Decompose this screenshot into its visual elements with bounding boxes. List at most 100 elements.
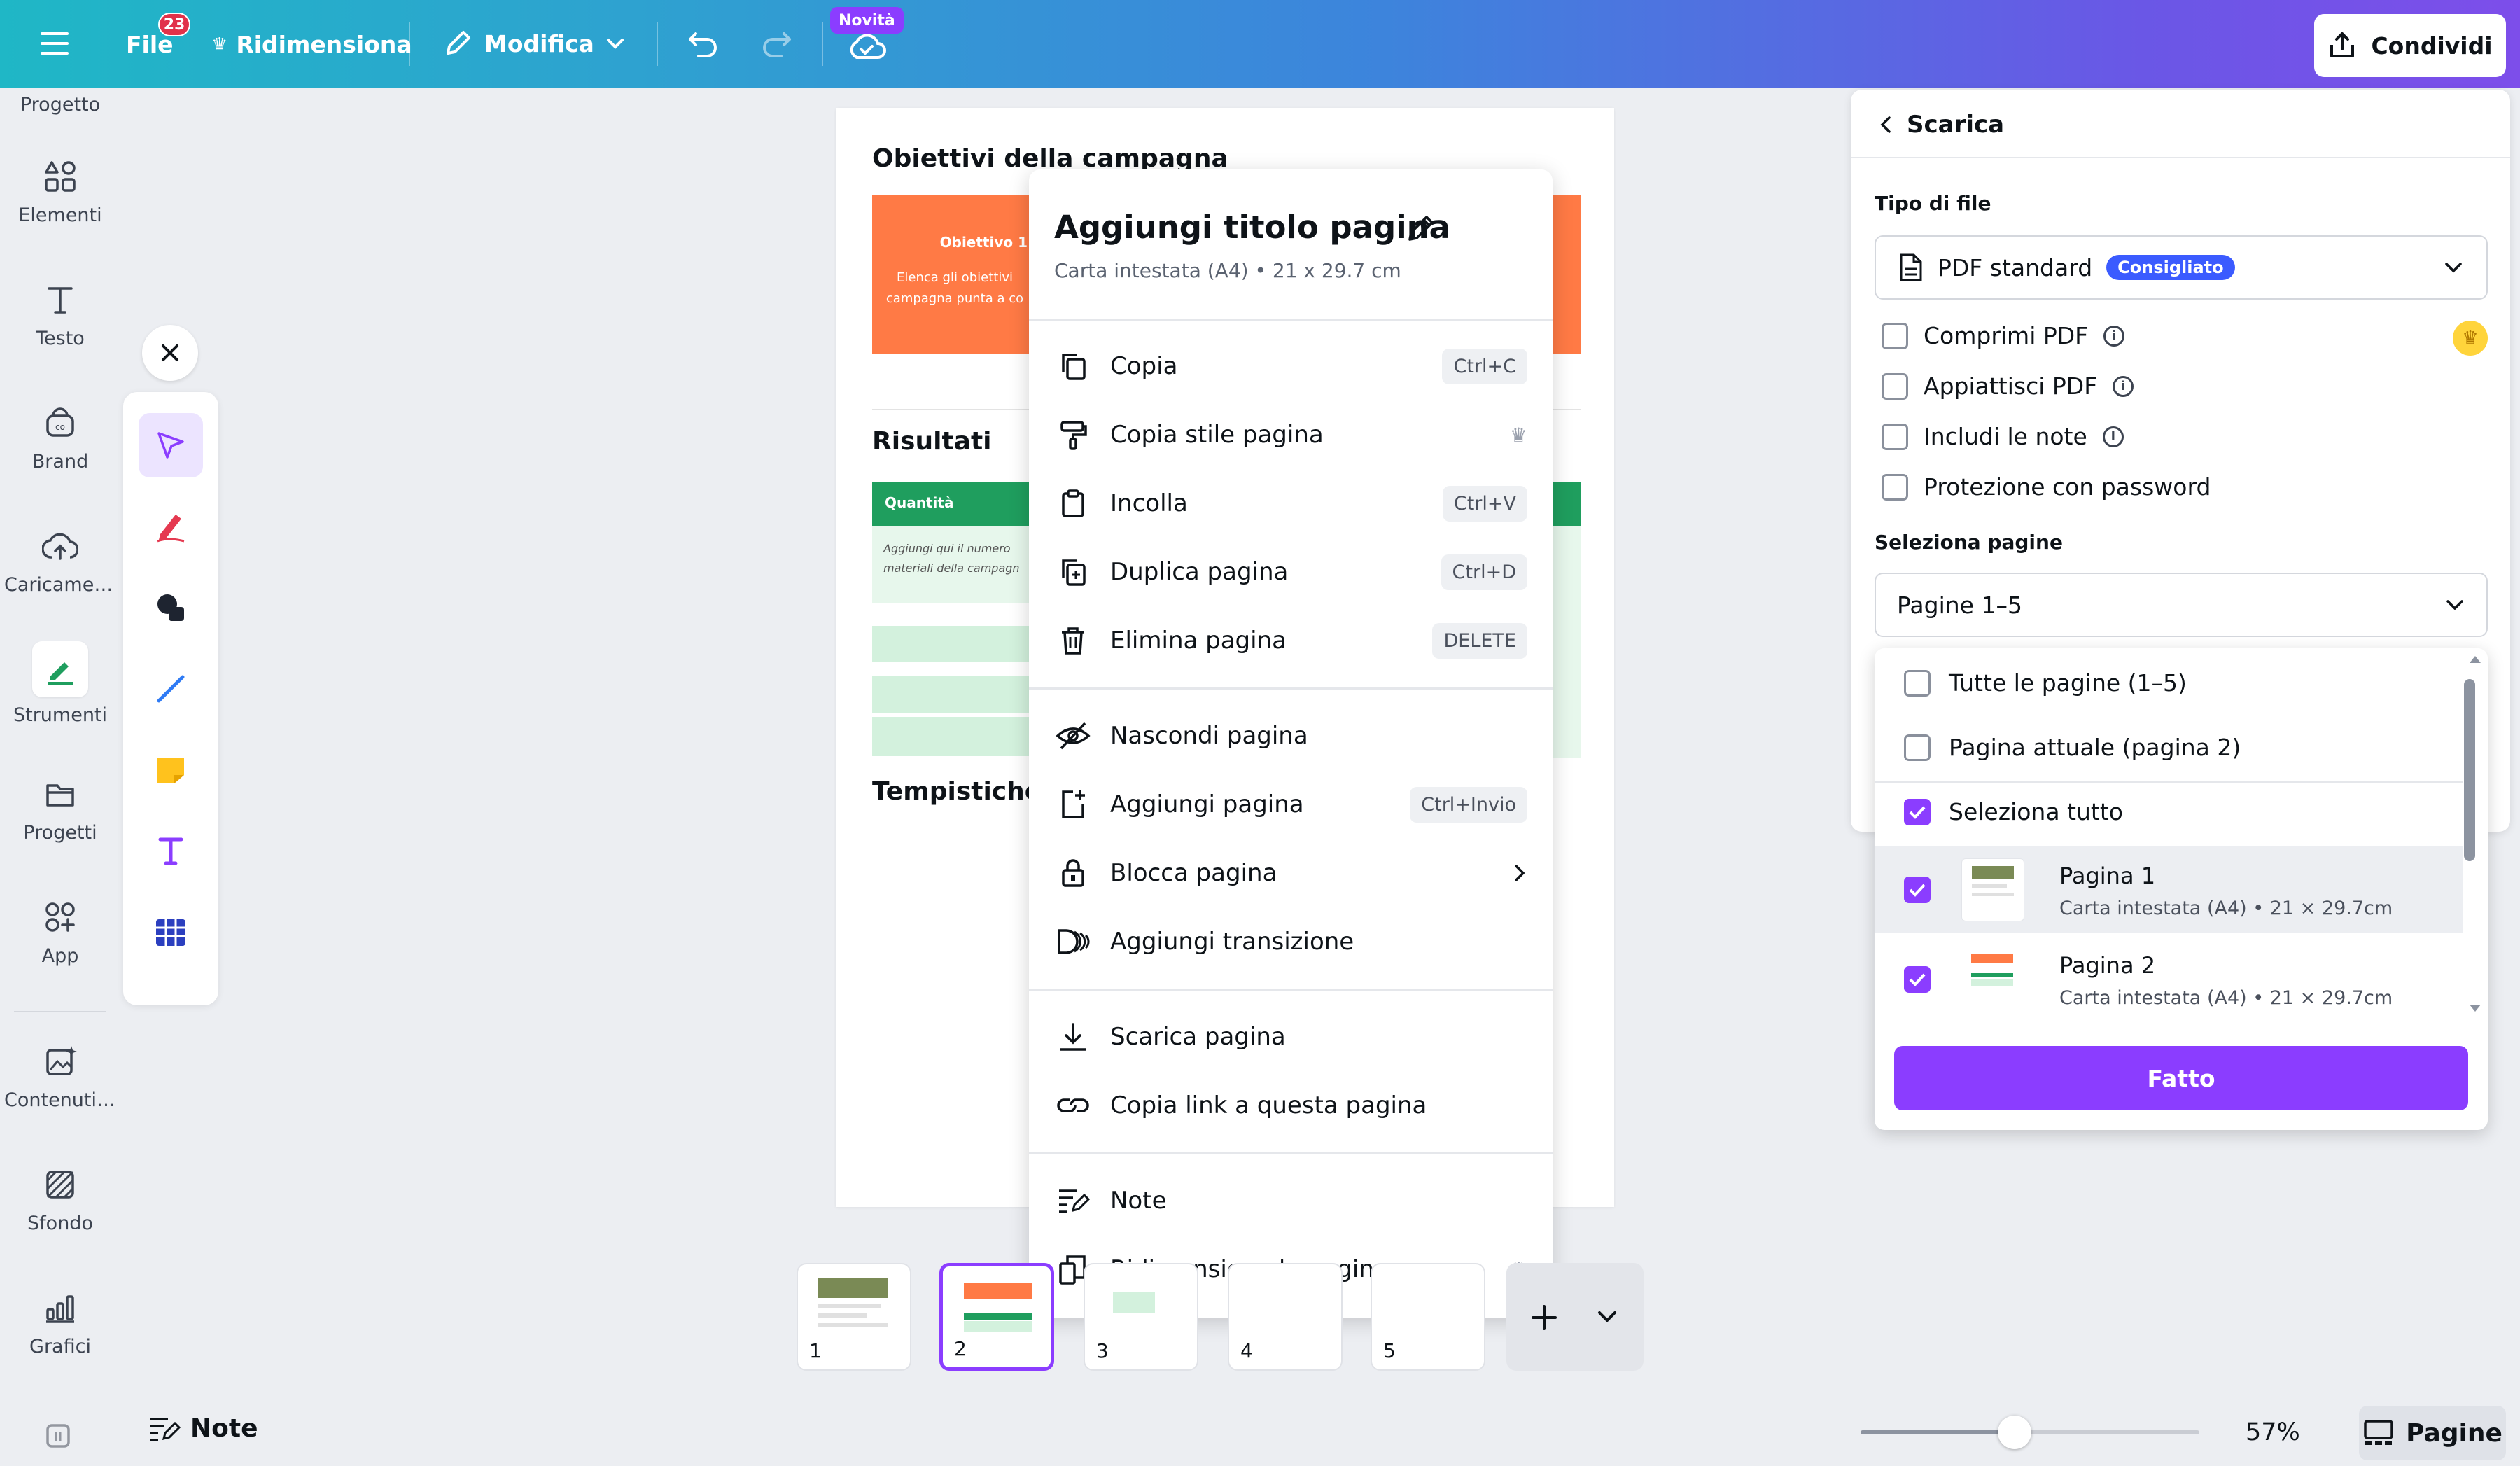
objective-card[interactable]: Obiettivo 1 Elenca gli obiettivi campagn… bbox=[872, 195, 1037, 354]
menu-icon[interactable] bbox=[41, 29, 71, 57]
undo-icon[interactable] bbox=[686, 28, 720, 59]
chevron-down-icon[interactable] bbox=[1596, 1309, 1618, 1325]
sidebar-item-label: Brand bbox=[31, 451, 89, 473]
page-heading-objectives[interactable]: Obiettivi della campagna bbox=[872, 144, 1228, 173]
thumb-block bbox=[1113, 1292, 1155, 1313]
info-icon[interactable]: i bbox=[2102, 426, 2124, 447]
flatten-pdf-checkbox[interactable] bbox=[1882, 372, 1908, 400]
page-1-checkbox[interactable] bbox=[1904, 877, 1931, 903]
page-2-checkbox[interactable] bbox=[1904, 966, 1931, 993]
page-heading-results[interactable]: Risultati bbox=[872, 427, 992, 456]
zoom-level[interactable]: 57% bbox=[2246, 1418, 2300, 1446]
sidebar-item-elementi[interactable]: Elementi bbox=[0, 155, 120, 267]
menu-item-label: Elimina pagina bbox=[1110, 627, 1287, 655]
sidebar-item-sfondo[interactable]: Sfondo bbox=[0, 1164, 120, 1276]
shapes-tool[interactable] bbox=[139, 575, 203, 640]
select-all-checkbox[interactable] bbox=[1904, 798, 1931, 825]
sidebar-item-grafici[interactable]: Grafici bbox=[0, 1287, 120, 1399]
sidebar-item-brand[interactable]: co Brand bbox=[0, 402, 120, 514]
pages-select[interactable]: Pagine 1–5 bbox=[1875, 573, 2488, 637]
info-icon[interactable]: i bbox=[2104, 325, 2125, 347]
notes-button[interactable]: Note bbox=[147, 1414, 258, 1443]
close-tools-button[interactable] bbox=[142, 325, 198, 381]
cloud-saved-icon[interactable] bbox=[847, 31, 886, 62]
current-page-checkbox[interactable] bbox=[1904, 734, 1931, 761]
pages-button[interactable]: Pagine bbox=[2359, 1406, 2506, 1460]
sidebar-item-label: Elementi bbox=[18, 204, 102, 226]
text-tool-icon bbox=[153, 834, 188, 869]
edit-title-icon[interactable] bbox=[1404, 211, 1438, 245]
sidebar-item-testo[interactable]: Testo bbox=[0, 279, 120, 391]
page-thumbnail[interactable]: 3 bbox=[1084, 1263, 1198, 1371]
filetype-select[interactable]: PDF standard Consigliato bbox=[1875, 235, 2488, 300]
page-thumbnail[interactable]: 5 bbox=[1371, 1263, 1485, 1371]
menu-item-notes[interactable]: Note bbox=[1054, 1169, 1527, 1232]
menu-item-copy-style[interactable]: Copia stile pagina ♛ bbox=[1054, 403, 1527, 466]
flatten-pdf-option[interactable]: Appiattisci PDF i bbox=[1882, 372, 2134, 400]
menu-item-delete[interactable]: Elimina pagina DELETE bbox=[1054, 609, 1527, 672]
redo-icon[interactable] bbox=[760, 28, 794, 59]
sidebar-item-contenuti[interactable]: Contenuti ... bbox=[0, 1040, 120, 1152]
plus-icon[interactable] bbox=[1529, 1302, 1560, 1333]
option-label: Includi le note bbox=[1924, 423, 2087, 450]
dropdown-scrollbar[interactable] bbox=[2464, 679, 2475, 861]
download-header[interactable]: Scarica bbox=[1879, 111, 2004, 139]
line-tool[interactable] bbox=[139, 657, 203, 721]
select-tool[interactable] bbox=[139, 413, 203, 477]
thumb-line bbox=[1972, 884, 2007, 888]
page-thumbnail[interactable]: 1 bbox=[797, 1263, 911, 1371]
edit-menu-button[interactable]: Modifica bbox=[442, 28, 625, 59]
scroll-up-icon[interactable] bbox=[2468, 654, 2482, 665]
sidebar-item-progetto[interactable]: Progetto bbox=[0, 91, 120, 133]
table-row bbox=[872, 676, 1037, 713]
sidebar-item-app[interactable]: App bbox=[0, 896, 120, 1008]
all-pages-option[interactable]: Tutte le pagine (1–5) bbox=[1904, 669, 2187, 697]
all-pages-checkbox[interactable] bbox=[1904, 669, 1931, 697]
compress-pdf-checkbox[interactable] bbox=[1882, 322, 1908, 349]
thumb-line bbox=[1972, 893, 2014, 896]
sidebar-item-progetti[interactable]: Progetti bbox=[0, 773, 120, 885]
menu-item-lock[interactable]: Blocca pagina bbox=[1054, 842, 1527, 905]
menu-divider bbox=[1029, 687, 1553, 690]
compress-pdf-option[interactable]: Comprimi PDF i bbox=[1882, 322, 2125, 349]
password-protection-checkbox[interactable] bbox=[1882, 473, 1908, 501]
sidebar-item-label: Sfondo bbox=[27, 1213, 93, 1234]
menu-item-add-page[interactable]: Aggiungi pagina Ctrl+Invio bbox=[1054, 773, 1527, 836]
chevron-left-icon[interactable] bbox=[1879, 114, 1893, 135]
scroll-down-icon[interactable] bbox=[2468, 1003, 2482, 1014]
info-icon[interactable]: i bbox=[2113, 375, 2134, 397]
menu-item-download-page[interactable]: Scarica pagina bbox=[1054, 1005, 1527, 1068]
page-thumbnail-selected[interactable]: 2 bbox=[939, 1263, 1054, 1371]
menu-item-transition[interactable]: Aggiungi transizione bbox=[1054, 910, 1527, 973]
toolbar-divider bbox=[822, 22, 823, 66]
objective-title: Obiettivo 1 bbox=[939, 234, 1028, 251]
table-tool[interactable] bbox=[139, 900, 203, 965]
elements-icon bbox=[39, 155, 81, 197]
zoom-slider-handle[interactable] bbox=[1998, 1416, 2031, 1449]
sidebar-item-strumenti[interactable]: Strumenti bbox=[0, 641, 120, 753]
page-option-row[interactable]: Pagina 1 Carta intestata (A4) • 21 × 29.… bbox=[1875, 846, 2463, 933]
current-page-option[interactable]: Pagina attuale (pagina 2) bbox=[1904, 734, 2241, 761]
menu-item-copy-link[interactable]: Copia link a questa pagina bbox=[1054, 1074, 1527, 1137]
menu-item-duplicate[interactable]: Duplica pagina Ctrl+D bbox=[1054, 540, 1527, 603]
page-thumbnail[interactable]: 4 bbox=[1228, 1263, 1343, 1371]
menu-item-paste[interactable]: Incolla Ctrl+V bbox=[1054, 472, 1527, 535]
password-protection-option[interactable]: Protezione con password bbox=[1882, 473, 2211, 501]
page-title[interactable]: Aggiungi titolo pagina bbox=[1054, 209, 1450, 246]
share-button[interactable]: Condividi bbox=[2314, 14, 2506, 77]
text-tool[interactable] bbox=[139, 819, 203, 884]
page-heading-timeline[interactable]: Tempistiche bbox=[872, 777, 1042, 806]
more-apps-icon[interactable] bbox=[42, 1418, 78, 1451]
sidebar-item-caricamenti[interactable]: Caricamenti bbox=[0, 525, 120, 637]
done-button[interactable]: Fatto bbox=[1894, 1046, 2468, 1110]
include-notes-checkbox[interactable] bbox=[1882, 423, 1908, 450]
select-all-option[interactable]: Seleziona tutto bbox=[1904, 798, 2123, 825]
thumb-block bbox=[964, 1321, 1032, 1332]
page-option-row[interactable]: Pagina 2 Carta intestata (A4) • 21 × 29.… bbox=[1875, 935, 2463, 1022]
include-notes-option[interactable]: Includi le note i bbox=[1882, 423, 2124, 450]
pen-tool[interactable] bbox=[139, 494, 203, 559]
sticky-note-tool[interactable] bbox=[139, 738, 203, 802]
menu-item-copy[interactable]: Copia Ctrl+C bbox=[1054, 335, 1527, 398]
resize-button[interactable]: ♛ Ridimensiona bbox=[211, 31, 412, 58]
menu-item-hide[interactable]: Nascondi pagina bbox=[1054, 704, 1527, 767]
